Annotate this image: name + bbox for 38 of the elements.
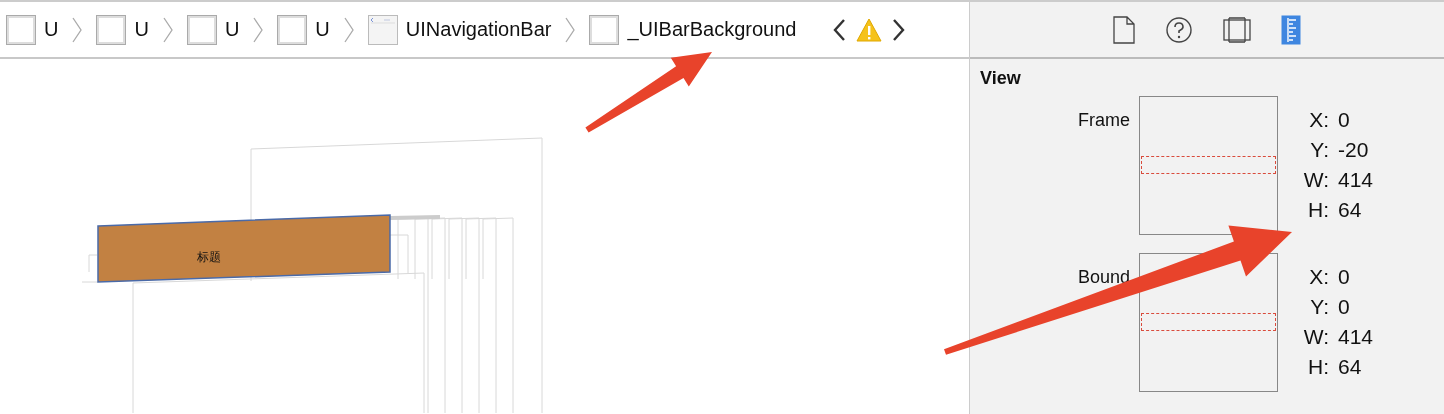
rect-label: Bound: [1076, 266, 1130, 288]
field-label: H:: [1307, 198, 1329, 222]
chevron-icon: [72, 16, 83, 43]
breadcrumb-item[interactable]: U: [184, 12, 242, 47]
field-value: 0: [1338, 265, 1350, 289]
field-label: W:: [1302, 325, 1329, 349]
field-label: X:: [1308, 265, 1329, 289]
section-title: View: [979, 67, 1022, 89]
field-value: 414: [1338, 325, 1374, 349]
field-value: 0: [1338, 295, 1350, 319]
field-label: H:: [1307, 355, 1329, 379]
field-value: 64: [1338, 355, 1362, 379]
breadcrumb-item[interactable]: U: [4, 12, 61, 47]
ruler-icon[interactable]: [1281, 14, 1301, 45]
help-icon[interactable]: [1165, 15, 1193, 44]
breadcrumb-item[interactable]: U: [94, 12, 151, 47]
field-label: Y:: [1309, 295, 1329, 319]
navigation-bar-icon: [367, 14, 398, 45]
breadcrumb-item[interactable]: U: [275, 12, 332, 47]
field-value: -20: [1338, 138, 1369, 162]
rect-label: Frame: [1077, 109, 1130, 131]
field-value: 64: [1338, 198, 1362, 222]
field-value: 0: [1338, 108, 1350, 132]
chevron-icon: [565, 16, 576, 43]
chevron-icon: [253, 16, 264, 43]
forward-icon[interactable]: [892, 17, 907, 42]
breadcrumb-item[interactable]: UINavigationBar: [365, 12, 554, 47]
field-label: Y:: [1309, 138, 1329, 162]
field-value: 414: [1338, 168, 1374, 192]
breadcrumb-item[interactable]: _UIBarBackground: [587, 12, 799, 47]
field-label: W:: [1302, 168, 1329, 192]
field-label: X:: [1308, 108, 1329, 132]
chevron-icon: [343, 16, 354, 43]
back-icon[interactable]: [832, 17, 847, 42]
chevron-icon: [162, 16, 173, 43]
file-icon[interactable]: [1113, 15, 1135, 44]
bar-title: 标题: [197, 250, 221, 264]
identity-icon[interactable]: [1223, 15, 1251, 44]
